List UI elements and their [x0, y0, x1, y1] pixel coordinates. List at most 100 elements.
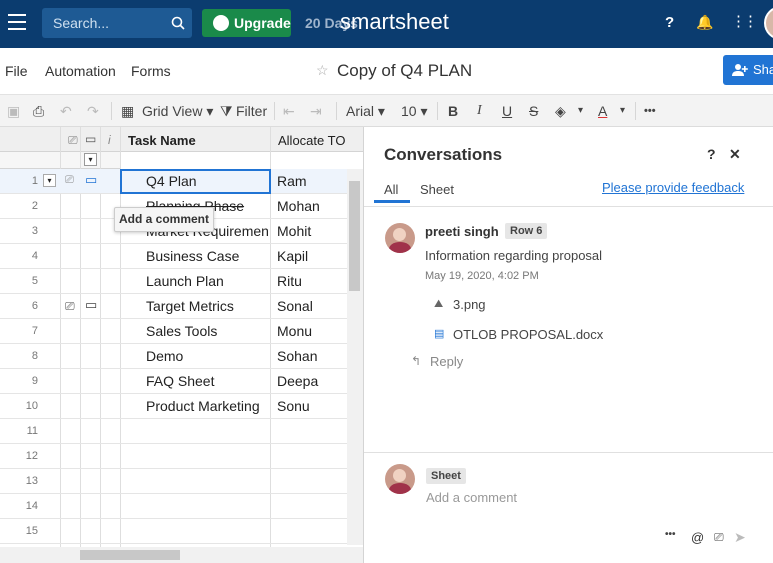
tab-all[interactable]: All [384, 182, 398, 197]
save-icon[interactable]: ▣ [7, 103, 20, 120]
italic-button[interactable]: I [477, 103, 482, 119]
attachment-link[interactable]: OTLOB PROPOSAL.docx [453, 327, 603, 342]
assignee-cell[interactable]: Kapil [277, 248, 308, 264]
task-cell[interactable]: Sales Tools [146, 323, 217, 339]
assignee-cell[interactable]: Sonal [277, 298, 313, 314]
table-row[interactable]: 5 Launch Plan Ritu [0, 269, 363, 294]
assignee-cell[interactable]: Ram [277, 173, 307, 189]
assignee-cell[interactable]: Mohan [277, 198, 320, 214]
strikethrough-button[interactable]: S [529, 103, 538, 119]
commenter-avatar [385, 223, 415, 253]
menu-automation[interactable]: Automation [45, 63, 116, 79]
row-number: 5 [31, 275, 38, 287]
row-badge[interactable]: Row 6 [505, 223, 548, 239]
image-file-icon: ⛰ [434, 298, 444, 310]
upgrade-button[interactable]: Upgrade [202, 9, 291, 37]
fill-color-dropdown[interactable]: ▾ [578, 105, 583, 116]
attachment-link[interactable]: 3.png [453, 297, 486, 312]
attach-file-icon[interactable]: ⎚ [714, 530, 724, 545]
favorite-star-icon[interactable]: ☆ [316, 62, 329, 79]
assignee-cell[interactable]: Monu [277, 323, 312, 339]
more-options-icon[interactable]: ••• [665, 529, 676, 540]
reply-button[interactable]: Reply [430, 354, 463, 369]
menu-forms[interactable]: Forms [131, 63, 171, 79]
comments-filter-dropdown[interactable]: ▾ [84, 153, 97, 166]
scrollbar-thumb[interactable] [80, 550, 180, 560]
mention-icon[interactable]: @ [691, 530, 704, 545]
bold-button[interactable]: B [448, 103, 458, 119]
attachment-icon[interactable]: ⎚ [65, 174, 74, 187]
print-icon[interactable]: ⎙ [33, 103, 44, 120]
document-file-icon: ▤ [434, 328, 445, 340]
current-user-avatar [385, 464, 415, 494]
search-icon [171, 16, 185, 30]
vertical-scrollbar[interactable] [347, 169, 363, 545]
table-row[interactable]: 7 Sales Tools Monu [0, 319, 363, 344]
close-icon[interactable]: ✕ [729, 146, 741, 163]
assignee-cell[interactable]: Sonu [277, 398, 310, 414]
underline-button[interactable]: U [502, 103, 512, 119]
assignee-cell[interactable]: Sohan [277, 348, 317, 364]
filter-button[interactable]: Filter [236, 103, 267, 119]
task-cell[interactable]: Launch Plan [146, 273, 224, 289]
comments-column-icon: ▭ [85, 132, 97, 146]
redo-icon[interactable]: ↷ [87, 103, 99, 120]
tab-sheet[interactable]: Sheet [420, 182, 454, 197]
sheet-badge: Sheet [426, 468, 466, 484]
table-row[interactable]: 14 [0, 494, 363, 519]
grid-view-dropdown[interactable]: Grid View ▾ [142, 103, 213, 120]
feedback-link[interactable]: Please provide feedback [602, 180, 744, 195]
column-header-task-name[interactable]: Task Name [128, 133, 196, 148]
comment-input[interactable]: Add a comment [426, 490, 517, 505]
add-comment-tooltip: Add a comment [114, 207, 214, 232]
comment-icon[interactable]: ▭ [85, 297, 97, 313]
assignee-cell[interactable]: Mohit [277, 223, 311, 239]
toolbar: ▣ ⎙ ↶ ↷ ▦ Grid View ▾ ⧩ Filter ⇤ ⇥ Arial… [0, 94, 773, 127]
task-cell[interactable]: FAQ Sheet [146, 373, 214, 389]
task-cell[interactable]: Business Case [146, 248, 239, 264]
more-options-icon[interactable]: ••• [644, 105, 656, 117]
scrollbar-thumb[interactable] [349, 181, 360, 291]
table-row[interactable]: 4 Business Case Kapil [0, 244, 363, 269]
task-cell[interactable]: Target Metrics [146, 298, 234, 314]
column-header-allocate-to[interactable]: Allocate TO [278, 133, 345, 148]
menu-file[interactable]: File [5, 63, 28, 79]
task-cell[interactable]: Product Marketing [146, 398, 260, 414]
row-number: 6 [31, 300, 38, 312]
undo-icon[interactable]: ↶ [60, 103, 72, 120]
toolbar-divider [635, 102, 636, 120]
assignee-cell[interactable]: Deepa [277, 373, 318, 389]
share-button[interactable]: Sha [723, 55, 773, 85]
apps-grid-icon[interactable]: ⋮⋮ [731, 12, 758, 30]
outdent-icon[interactable]: ⇤ [283, 103, 295, 120]
table-row[interactable]: 8 Demo Sohan [0, 344, 363, 369]
text-color-icon[interactable]: A [598, 103, 607, 119]
row-menu-dropdown[interactable]: ▾ [43, 174, 56, 187]
font-family-dropdown[interactable]: Arial ▾ [346, 103, 385, 120]
text-color-dropdown[interactable]: ▾ [620, 105, 625, 116]
search-input[interactable]: Search... [42, 8, 192, 38]
table-row[interactable]: 10 Product Marketing Sonu [0, 394, 363, 419]
row-number: 8 [31, 350, 38, 362]
table-row[interactable]: 15 [0, 519, 363, 544]
attachment-icon[interactable]: ⎚ [65, 299, 75, 314]
font-size-dropdown[interactable]: 10 ▾ [401, 103, 428, 120]
send-icon[interactable]: ➤ [734, 529, 746, 546]
hamburger-menu-icon[interactable] [8, 14, 26, 32]
user-avatar[interactable] [764, 6, 773, 40]
help-icon[interactable]: ? [707, 146, 716, 162]
table-row[interactable]: 12 [0, 444, 363, 469]
fill-color-icon[interactable]: ◈ [555, 103, 566, 120]
notifications-bell-icon[interactable]: 🔔 [696, 14, 713, 31]
indent-icon[interactable]: ⇥ [310, 103, 322, 120]
row-number: 2 [31, 200, 38, 212]
task-cell[interactable]: Demo [146, 348, 183, 364]
table-row[interactable]: 11 [0, 419, 363, 444]
assignee-cell[interactable]: Ritu [277, 273, 302, 289]
help-icon[interactable]: ? [665, 14, 674, 31]
horizontal-scrollbar[interactable] [0, 547, 363, 563]
table-row[interactable]: 9 FAQ Sheet Deepa [0, 369, 363, 394]
add-comment-icon[interactable]: ▭ [85, 172, 97, 188]
table-row[interactable]: 13 [0, 469, 363, 494]
table-row[interactable]: 6 ⎚ ▭ Target Metrics Sonal [0, 294, 363, 319]
